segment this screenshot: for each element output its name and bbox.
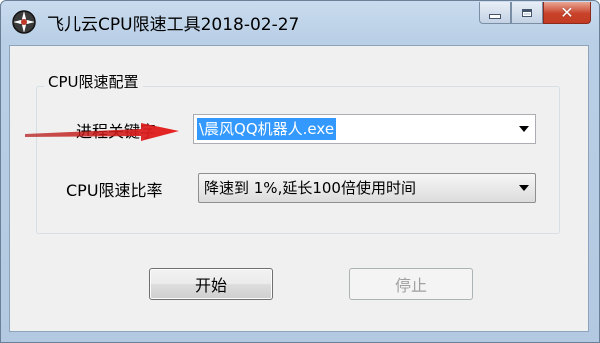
app-window: 飞儿云CPU限速工具2018-02-27 ✕ CPU限速配置 进程关键字 \晨风…	[0, 0, 600, 343]
chevron-down-icon[interactable]	[519, 126, 529, 132]
cpu-rate-value: 降速到 1%,延长100倍使用时间	[204, 179, 416, 197]
client-area: CPU限速配置 进程关键字 \晨风QQ机器人.exe CPU限速比率 降速到 1…	[9, 45, 589, 332]
minimize-icon	[489, 14, 501, 19]
close-icon: ✕	[560, 2, 574, 22]
group-legend: CPU限速配置	[44, 71, 143, 92]
process-keyword-input[interactable]: \晨风QQ机器人.exe	[193, 114, 536, 144]
app-gear-icon	[12, 10, 36, 34]
caption-buttons: ✕	[479, 2, 591, 26]
title-bar[interactable]: 飞儿云CPU限速工具2018-02-27 ✕	[1, 1, 599, 45]
red-arrow-annotation	[25, 123, 179, 141]
cpu-config-group	[36, 86, 560, 234]
process-keyword-value: \晨风QQ机器人.exe	[197, 118, 337, 140]
window-title: 飞儿云CPU限速工具2018-02-27	[47, 15, 300, 35]
chevron-down-icon[interactable]	[519, 185, 529, 191]
maximize-icon	[522, 8, 532, 17]
cpu-rate-select[interactable]: 降速到 1%,延长100倍使用时间	[198, 173, 536, 203]
cpu-rate-label: CPU限速比率	[66, 181, 163, 200]
close-button[interactable]: ✕	[543, 2, 591, 24]
maximize-button[interactable]	[511, 2, 543, 24]
minimize-button[interactable]	[479, 2, 511, 24]
stop-button[interactable]: 停止	[349, 268, 473, 300]
start-button[interactable]: 开始	[149, 268, 273, 300]
